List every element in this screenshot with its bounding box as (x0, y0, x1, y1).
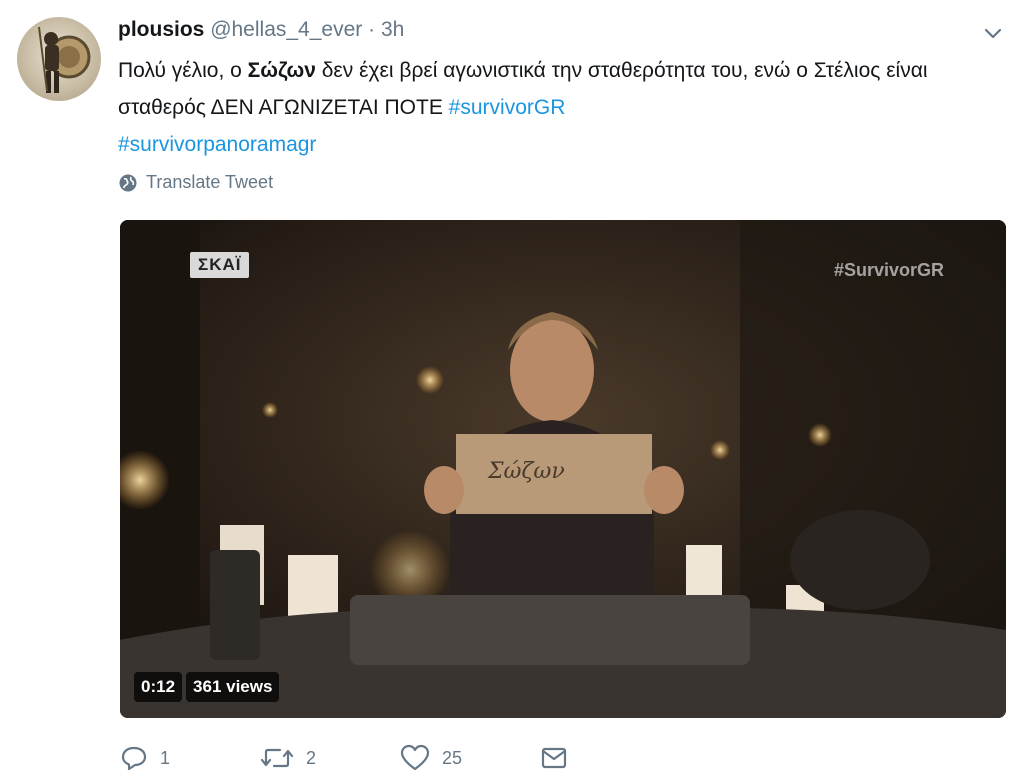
translate-tweet-link[interactable]: Translate Tweet (118, 172, 273, 193)
reply-icon (121, 746, 147, 771)
reply-button[interactable]: 1 (120, 744, 260, 772)
user-handle[interactable]: @hellas_4_ever (210, 18, 362, 41)
avatar[interactable] (17, 17, 101, 101)
globe-icon (119, 174, 137, 191)
retweet-count: 2 (306, 747, 317, 768)
video-info: 0:12 361 views (134, 672, 280, 702)
separator: · (368, 18, 376, 41)
retweet-icon (260, 748, 294, 768)
display-name[interactable]: plousios (118, 18, 204, 41)
translate-label: Translate Tweet (146, 172, 274, 192)
avatar-warrior-image (38, 26, 91, 93)
video-frame-image: Σώζων (120, 220, 1006, 718)
video-views: 361 views (186, 672, 280, 702)
hashtag-link[interactable]: #survivorGR (449, 96, 566, 119)
video-player[interactable]: Σώζων ΣΚΑΪ #SurvivorGR 0:12 361 views (120, 220, 1006, 718)
envelope-icon (541, 747, 567, 769)
retweet-button[interactable]: 2 (260, 744, 400, 772)
like-count: 25 (442, 747, 463, 768)
channel-logo: ΣΚΑΪ (190, 252, 250, 278)
like-button[interactable]: 25 (400, 744, 540, 772)
sign-text: Σώζων (487, 459, 565, 484)
tweet-text-bold: Σώζων (247, 59, 316, 82)
reply-count: 1 (160, 747, 171, 768)
video-duration: 0:12 (134, 672, 183, 702)
tweet-text-part1: Πολύ γέλιο, ο (118, 59, 248, 82)
heart-icon (400, 744, 430, 771)
chevron-down-icon[interactable] (980, 20, 1006, 46)
tweet-text: Πολύ γέλιο, ο Σώζων δεν έχει βρεί αγωνισ… (118, 52, 998, 163)
tweet-time[interactable]: 3h (381, 18, 404, 41)
watermark: #SurvivorGR (833, 260, 944, 280)
direct-message-button[interactable] (540, 744, 568, 772)
tweet-header: plousios @hellas_4_ever · 3h (118, 18, 404, 42)
hashtag-link[interactable]: #survivorpanoramagr (118, 133, 316, 156)
tweet-actions: 1 2 25 (120, 740, 568, 776)
